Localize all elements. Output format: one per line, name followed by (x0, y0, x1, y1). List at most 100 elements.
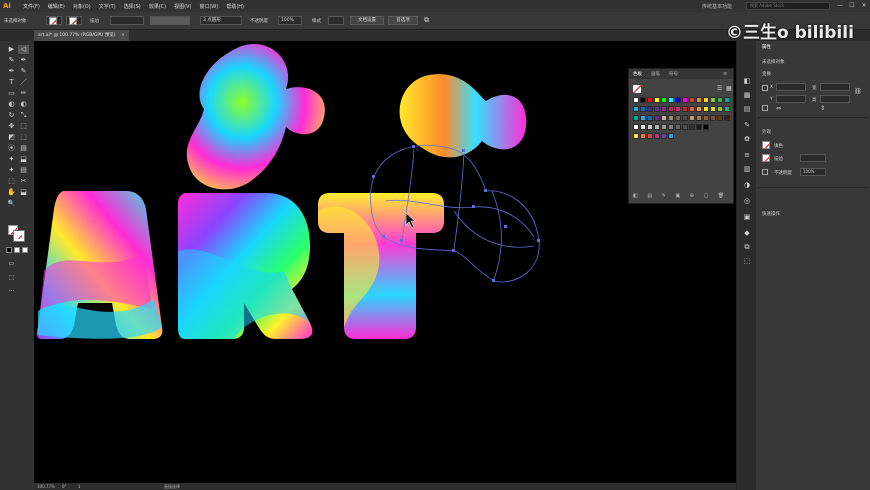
swatch-cell[interactable] (696, 97, 702, 103)
rotate-icon[interactable] (762, 105, 768, 111)
rotate-tool-icon[interactable]: ↻ (6, 111, 17, 120)
link-proportions-icon[interactable]: ⛓ (854, 88, 862, 95)
variable-width-profile[interactable] (150, 16, 190, 25)
menu-object[interactable]: 对象(O) (73, 3, 91, 10)
swatch-cell[interactable] (717, 106, 723, 112)
transparency-icon[interactable]: ◑ (743, 181, 751, 189)
default-colors-icon[interactable] (6, 247, 12, 253)
swatch-cell[interactable] (654, 106, 660, 112)
swatch-cell[interactable] (717, 97, 723, 103)
swatch-cell[interactable] (682, 97, 688, 103)
swatch-cell[interactable] (647, 133, 653, 139)
eyedropper-tool-icon[interactable]: ✦ (6, 155, 17, 164)
stock-search-input[interactable]: 搜索 Adobe Stock (746, 2, 830, 10)
selection-tool-icon[interactable]: ▶ (6, 45, 17, 54)
swatch-cell[interactable] (689, 124, 695, 130)
swatch-cell[interactable] (640, 97, 646, 103)
opacity-panel-field[interactable]: 100% (800, 168, 826, 176)
menu-type[interactable]: 文字(T) (99, 3, 116, 10)
swatch-none-cell[interactable] (633, 85, 641, 93)
swatch-library-icons[interactable]: ◧ ▤ ✎ ▣ ⊕ ▢ 🗑 (633, 193, 728, 199)
draw-normal-icon[interactable]: ▭ (6, 259, 17, 268)
swatch-cell[interactable] (696, 124, 702, 130)
swatches-panel[interactable]: 色板 画笔 符号 ≡ ☰ ▦ ◧ ▤ ✎ ▣ ⊕ ▢ 🗑 (628, 68, 734, 204)
swatch-cell[interactable] (682, 124, 688, 130)
brush-definition[interactable]: 3 点圆形 (200, 16, 242, 25)
swatch-cell[interactable] (633, 124, 639, 130)
swatches-icon[interactable]: ▤ (743, 105, 751, 113)
swatch-cell[interactable] (654, 115, 660, 121)
type-tool-icon[interactable]: T (6, 78, 17, 87)
swatch-cell[interactable] (668, 124, 674, 130)
swatch-cell[interactable] (633, 115, 639, 121)
minimize-button[interactable]: — (836, 2, 844, 10)
color-guide-icon[interactable]: ▦ (743, 91, 751, 99)
swatch-cell[interactable] (654, 97, 660, 103)
swatch-cell[interactable] (640, 124, 646, 130)
tab-symbols[interactable]: 符号 (669, 71, 678, 77)
appearance-fill-swatch[interactable] (762, 141, 770, 149)
stroke-weight-panel-field[interactable] (800, 154, 826, 162)
opacity-field[interactable]: 100% (278, 16, 302, 25)
swatch-cell[interactable] (724, 115, 730, 121)
swatches-panel-header[interactable]: 色板 画笔 符号 ≡ (629, 69, 733, 79)
menu-select[interactable]: 选择(S) (124, 3, 141, 10)
lasso-tool-icon[interactable]: ✒ (18, 56, 29, 65)
swatch-cell[interactable] (633, 97, 639, 103)
close-window-button[interactable]: ✕ (860, 2, 868, 10)
artboard-tool-icon[interactable]: ⬚ (6, 177, 17, 186)
document-setup-button[interactable]: 文档设置 (350, 16, 384, 25)
height-field[interactable] (820, 95, 850, 103)
print-tiling-tool-icon[interactable]: ⬓ (18, 188, 29, 197)
swatch-cell[interactable] (647, 106, 653, 112)
swatch-cell[interactable] (668, 106, 674, 112)
swatch-cell[interactable] (710, 115, 716, 121)
grid-view-icon[interactable]: ▦ (726, 85, 732, 92)
width-tool-icon[interactable]: ✥ (6, 122, 17, 131)
document-tab[interactable]: art.ai* @ 100.77% (RGB/GPU 预览) × (34, 30, 129, 41)
swatch-cell[interactable] (661, 124, 667, 130)
stroke-weight-field[interactable] (110, 16, 144, 25)
menu-view[interactable]: 视图(V) (174, 3, 191, 10)
pencil-tool-icon[interactable]: ✏ (18, 89, 29, 98)
artboards-icon[interactable]: ⧉ (743, 243, 751, 251)
zoom-level[interactable]: 100.77% (37, 484, 55, 489)
scale-tool-icon[interactable]: ⤡ (18, 111, 29, 120)
layers-icon[interactable]: ◆ (743, 229, 751, 237)
swatch-cell[interactable] (710, 106, 716, 112)
stroke-icon[interactable]: ≡ (743, 151, 751, 159)
x-field[interactable] (776, 83, 806, 91)
style-picker[interactable] (328, 16, 344, 25)
perspective-grid-tool-icon[interactable]: ⬚ (18, 133, 29, 142)
flip-vertical-icon[interactable]: ⇕ (820, 105, 825, 112)
flip-horizontal-icon[interactable]: ⇔ (776, 105, 781, 112)
gradient-icon[interactable]: ▥ (743, 165, 751, 173)
swatch-cell[interactable] (647, 97, 653, 103)
swatch-cell[interactable] (696, 115, 702, 121)
swatch-cell[interactable] (717, 115, 723, 121)
swatch-cell[interactable] (661, 133, 667, 139)
menu-effect[interactable]: 效果(C) (149, 3, 166, 10)
swatch-cell[interactable] (668, 97, 674, 103)
swatch-cell[interactable] (689, 115, 695, 121)
swatch-cell[interactable] (682, 106, 688, 112)
fill-swatch[interactable] (46, 16, 62, 25)
swatch-cell[interactable] (696, 106, 702, 112)
menu-edit[interactable]: 编辑(E) (48, 3, 65, 10)
curvature-tool-icon[interactable]: ✎ (18, 67, 29, 76)
eraser-tool-icon[interactable]: ◐ (18, 100, 29, 109)
swatch-cell[interactable] (647, 124, 653, 130)
swatch-cell[interactable] (675, 97, 681, 103)
maximize-button[interactable]: ☐ (848, 2, 856, 10)
direct-selection-tool-icon[interactable]: ◁ (18, 45, 29, 54)
zoom-tool-icon[interactable]: 🔍 (6, 199, 17, 208)
appearance-icon[interactable]: ◎ (743, 197, 751, 205)
swatch-cell[interactable] (668, 133, 674, 139)
swatch-cell[interactable] (633, 106, 639, 112)
swatch-cell[interactable] (661, 97, 667, 103)
reference-point-icon[interactable] (762, 85, 768, 91)
swatch-cell[interactable] (682, 115, 688, 121)
stroke-swatch[interactable] (66, 16, 82, 25)
hand-tool-icon[interactable]: ✋ (6, 188, 17, 197)
line-tool-icon[interactable]: ／ (18, 78, 29, 87)
